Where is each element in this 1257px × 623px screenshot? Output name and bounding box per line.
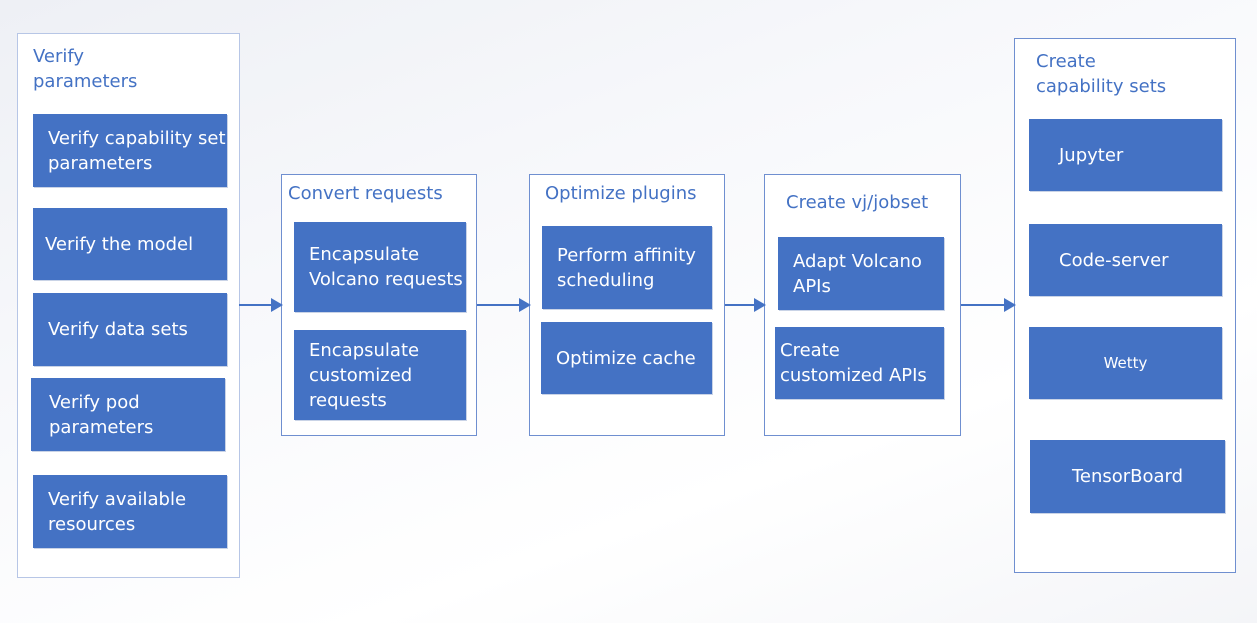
stage-title: Convert requests [288,183,443,204]
step-box: Create customized APIs [775,327,944,399]
step-box: Adapt Volcano APIs [778,237,944,310]
step-box: Perform affinity scheduling [542,226,712,309]
stage-title: Create vj/jobset [786,192,929,213]
stage-title: Verify parameters [33,46,138,92]
stage-title: Optimize plugins [545,183,697,204]
step-box: Wetty [1029,327,1222,399]
step-box: Optimize cache [541,322,712,394]
step-box: Jupyter [1029,119,1222,191]
step-box: TensorBoard [1030,440,1225,513]
flow-arrow [239,298,283,312]
stage-title: Create capability sets [1036,51,1167,97]
step-box: Verify available resources [33,475,227,548]
flow-arrow [961,298,1016,312]
flow-arrow [477,298,531,312]
step-box: Verify pod parameters [31,378,225,451]
step-box: Encapsulate Volcano requests [294,222,466,312]
flow-arrow [725,298,766,312]
step-box: Verify the model [33,208,227,280]
step-box: Code-server [1029,224,1222,296]
step-box: Encapsulate customized requests [294,330,466,420]
step-box: Verify capability set parameters [33,114,227,187]
step-box: Verify data sets [33,293,227,366]
